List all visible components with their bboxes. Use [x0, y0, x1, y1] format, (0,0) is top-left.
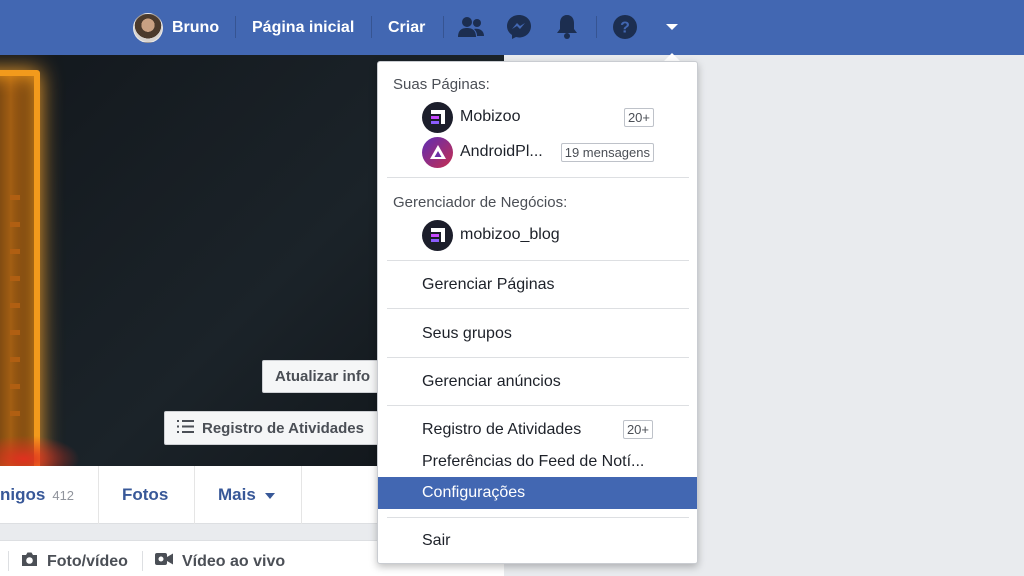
create-link[interactable]: Criar — [388, 0, 425, 55]
dropdown-arrow-icon[interactable] — [657, 12, 687, 42]
update-info-button[interactable]: Atualizar info — [262, 360, 382, 393]
divider — [387, 177, 689, 178]
tab-photos[interactable]: Fotos — [122, 466, 168, 524]
notifications-icon[interactable] — [552, 12, 582, 42]
home-label: Página inicial — [252, 18, 355, 36]
divider — [301, 466, 302, 524]
update-info-label: Atualizar info — [275, 368, 371, 385]
page-item-androidpit[interactable]: AndroidPl... 19 mensagens — [422, 136, 654, 168]
divider — [235, 16, 236, 38]
tab-more[interactable]: Mais — [218, 466, 276, 524]
page-name: AndroidPl... — [460, 143, 543, 160]
friends-icon[interactable] — [456, 12, 486, 42]
cover-image-detail — [10, 195, 20, 435]
business-manager-title: Gerenciador de Negócios: — [393, 194, 568, 211]
menu-item-label: Sair — [422, 532, 451, 549]
tab-friends-label: nigos — [0, 485, 46, 504]
user-name: Bruno — [172, 18, 220, 36]
svg-text:?: ? — [620, 20, 630, 37]
divider — [8, 551, 9, 571]
activity-log-button[interactable]: Registro de Atividades — [164, 411, 384, 445]
divider — [98, 466, 99, 524]
divider — [387, 405, 689, 406]
top-navigation-bar: Bruno Página inicial Criar ? — [0, 0, 1024, 55]
divider — [596, 16, 597, 38]
friends-count: 412 — [52, 487, 75, 503]
menu-item-label: Gerenciar Páginas — [422, 276, 555, 293]
mobizoo-logo-icon — [422, 101, 453, 133]
photo-video-button[interactable]: Foto/vídeo — [20, 551, 128, 572]
account-dropdown-menu: Suas Páginas: Mobizoo 20+ AndroidPl... 1… — [377, 61, 698, 564]
page-item-mobizoo[interactable]: Mobizoo 20+ — [422, 101, 654, 133]
camera-icon — [20, 551, 39, 572]
divider — [194, 466, 195, 524]
video-camera-icon — [154, 551, 174, 572]
menu-item-label: Gerenciar anúncios — [422, 373, 561, 390]
mobizoo-logo-icon — [422, 219, 453, 251]
photo-video-label: Foto/vídeo — [47, 552, 128, 570]
avatar — [133, 12, 163, 43]
business-item-mobizoo-blog[interactable]: mobizoo_blog — [422, 219, 654, 251]
messenger-icon[interactable] — [504, 12, 534, 42]
activity-badge: 20+ — [622, 420, 653, 439]
home-link[interactable]: Página inicial — [252, 0, 354, 55]
menu-item-label: Preferências do Feed de Notí... — [422, 453, 645, 470]
chevron-down-icon — [264, 485, 276, 505]
divider — [142, 551, 143, 571]
tab-photos-label: Fotos — [122, 485, 169, 504]
divider — [387, 517, 689, 518]
cover-image-door — [0, 70, 40, 466]
your-groups-item[interactable]: Seus grupos — [378, 318, 697, 350]
menu-item-label: Registro de Atividades — [422, 421, 582, 438]
activity-log-label: Registro de Atividades — [202, 419, 364, 437]
live-video-button[interactable]: Vídeo ao vivo — [154, 551, 285, 572]
live-video-label: Vídeo ao vivo — [182, 552, 286, 570]
help-icon[interactable]: ? — [610, 12, 640, 42]
divider — [387, 260, 689, 261]
logout-item[interactable]: Sair — [378, 525, 697, 557]
manage-ads-item[interactable]: Gerenciar anúncios — [378, 366, 697, 398]
messages-badge: 19 mensagens — [560, 143, 654, 162]
news-feed-preferences-item[interactable]: Preferências do Feed de Notí... — [378, 446, 697, 478]
tab-friends[interactable]: nigos 412 — [0, 466, 74, 524]
divider — [443, 16, 444, 38]
divider — [371, 16, 372, 38]
menu-item-label: Configurações — [422, 484, 526, 501]
page-name: Mobizoo — [460, 108, 521, 125]
menu-item-label: Seus grupos — [422, 325, 512, 342]
tab-more-label: Mais — [218, 485, 256, 504]
divider — [387, 308, 689, 309]
notification-badge: 20+ — [623, 108, 654, 127]
list-icon — [177, 419, 194, 438]
activity-log-item[interactable]: Registro de Atividades 20+ — [378, 414, 697, 446]
manage-pages-item[interactable]: Gerenciar Páginas — [378, 269, 697, 301]
your-pages-title: Suas Páginas: — [393, 76, 490, 93]
cover-image-glow — [0, 435, 80, 466]
create-label: Criar — [388, 18, 426, 36]
business-name: mobizoo_blog — [460, 226, 560, 243]
settings-item[interactable]: Configurações — [378, 477, 697, 509]
androidpit-logo-icon — [422, 136, 453, 168]
divider — [387, 357, 689, 358]
profile-link[interactable]: Bruno — [133, 0, 219, 55]
